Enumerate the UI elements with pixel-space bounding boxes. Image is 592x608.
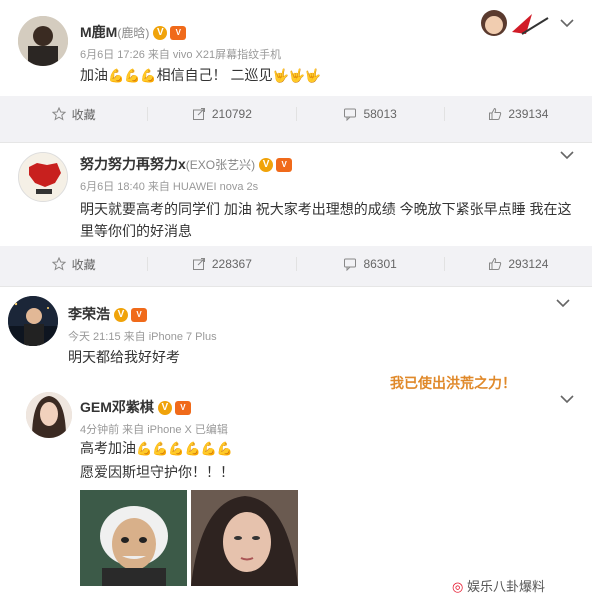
post-gem: GEM邓紫棋 V V 4分钟前 来自 iPhone X 已编辑 高考加油💪💪💪💪💪💪… bbox=[0, 390, 592, 608]
action-bar: 收藏 228367 86301 293124 bbox=[0, 246, 592, 282]
post-text-line1: 高考加油💪💪💪💪💪💪 bbox=[80, 437, 233, 460]
thumbs-up-icon bbox=[489, 107, 502, 120]
post-meta: 6月6日 18:40 来自 HUAWEI nova 2s bbox=[80, 181, 259, 193]
avatar[interactable] bbox=[18, 16, 68, 66]
vip-level-icon: V bbox=[131, 308, 147, 323]
share-button[interactable]: 228367 bbox=[148, 246, 295, 282]
vip-level-icon: V bbox=[174, 401, 191, 416]
username[interactable]: 李荣浩 V V bbox=[68, 304, 147, 324]
flex-emoji: 💪💪💪 bbox=[108, 68, 157, 83]
comment-icon bbox=[344, 108, 357, 121]
action-bar: 收藏 210792 58013 239134 bbox=[0, 96, 592, 132]
rock-emoji: 🤟🤟🤟 bbox=[272, 68, 322, 83]
username[interactable]: 努力努力再努力x(EXO张艺兴) V V bbox=[80, 154, 293, 174]
avatar[interactable] bbox=[26, 392, 72, 438]
post-meta: 4分钟前 来自 iPhone X 已编辑 bbox=[80, 424, 228, 436]
chevron-down-icon[interactable] bbox=[560, 150, 574, 160]
verified-icon: V bbox=[114, 308, 128, 323]
avatar[interactable] bbox=[18, 152, 68, 202]
post-text-line2: 愿爱因斯坦守护你！！！ bbox=[80, 464, 234, 480]
photo-gem[interactable] bbox=[191, 490, 298, 586]
username[interactable]: M鹿M(鹿晗) V V bbox=[80, 22, 187, 42]
star-icon bbox=[51, 257, 66, 271]
like-button[interactable]: 293124 bbox=[445, 246, 592, 282]
post-luhan: M鹿M(鹿晗) V V 6月6日 17:26 来自 vivo X21屏幕指纹手机 加… bbox=[0, 0, 592, 142]
weibo-logo-icon: ◎ bbox=[452, 579, 464, 594]
favorite-button[interactable]: 收藏 bbox=[0, 96, 147, 132]
chevron-down-icon[interactable] bbox=[556, 298, 570, 308]
post-meta: 今天 21:15 来自 iPhone 7 Plus bbox=[68, 331, 217, 343]
flex-emoji: 💪💪💪💪💪💪 bbox=[136, 441, 234, 456]
vip-level-icon: V bbox=[276, 158, 293, 173]
post-meta: 6月6日 17:26 来自 vivo X21屏幕指纹手机 bbox=[80, 49, 282, 61]
post-text: 加油💪💪💪相信自己！ 二巡见🤟🤟🤟 bbox=[80, 64, 321, 87]
share-icon bbox=[192, 108, 205, 120]
username[interactable]: GEM邓紫棋 V V bbox=[80, 397, 191, 417]
post-zhangyixing: 努力努力再努力x(EXO张艺兴) V V 6月6日 18:40 来自 HUAWEI … bbox=[0, 142, 592, 286]
verified-icon: V bbox=[157, 401, 172, 416]
post-lironghao: 李荣浩 V V 今天 21:15 来自 iPhone 7 Plus 明天都给我好好考 bbox=[0, 286, 592, 376]
vip-level-icon: V bbox=[170, 26, 187, 41]
share-icon bbox=[192, 258, 205, 270]
verified-icon: V bbox=[259, 158, 274, 173]
comment-button[interactable]: 58013 bbox=[297, 96, 444, 132]
watermark: ◎ 娱乐八卦爆料 bbox=[452, 579, 545, 594]
comment-icon bbox=[344, 258, 357, 271]
verified-icon: V bbox=[153, 26, 168, 41]
chevron-down-icon[interactable] bbox=[560, 18, 574, 28]
thumbs-up-icon bbox=[489, 257, 502, 270]
comment-button[interactable]: 86301 bbox=[297, 246, 444, 282]
chevron-down-icon[interactable] bbox=[560, 394, 574, 404]
post-text: 明天都给我好好考 bbox=[68, 349, 180, 365]
star-icon bbox=[51, 107, 66, 121]
post-text: 明天就要高考的同学们 加油 祝大家考出理想的成绩 今晚放下紧张早点睡 我在这里等… bbox=[80, 201, 572, 239]
like-button[interactable]: 239134 bbox=[445, 96, 592, 132]
favorite-button[interactable]: 收藏 bbox=[0, 246, 147, 282]
header-decoration-image bbox=[462, 6, 554, 40]
share-button[interactable]: 210792 bbox=[148, 96, 295, 132]
photo-einstein[interactable] bbox=[80, 490, 187, 586]
avatar[interactable] bbox=[8, 296, 58, 346]
